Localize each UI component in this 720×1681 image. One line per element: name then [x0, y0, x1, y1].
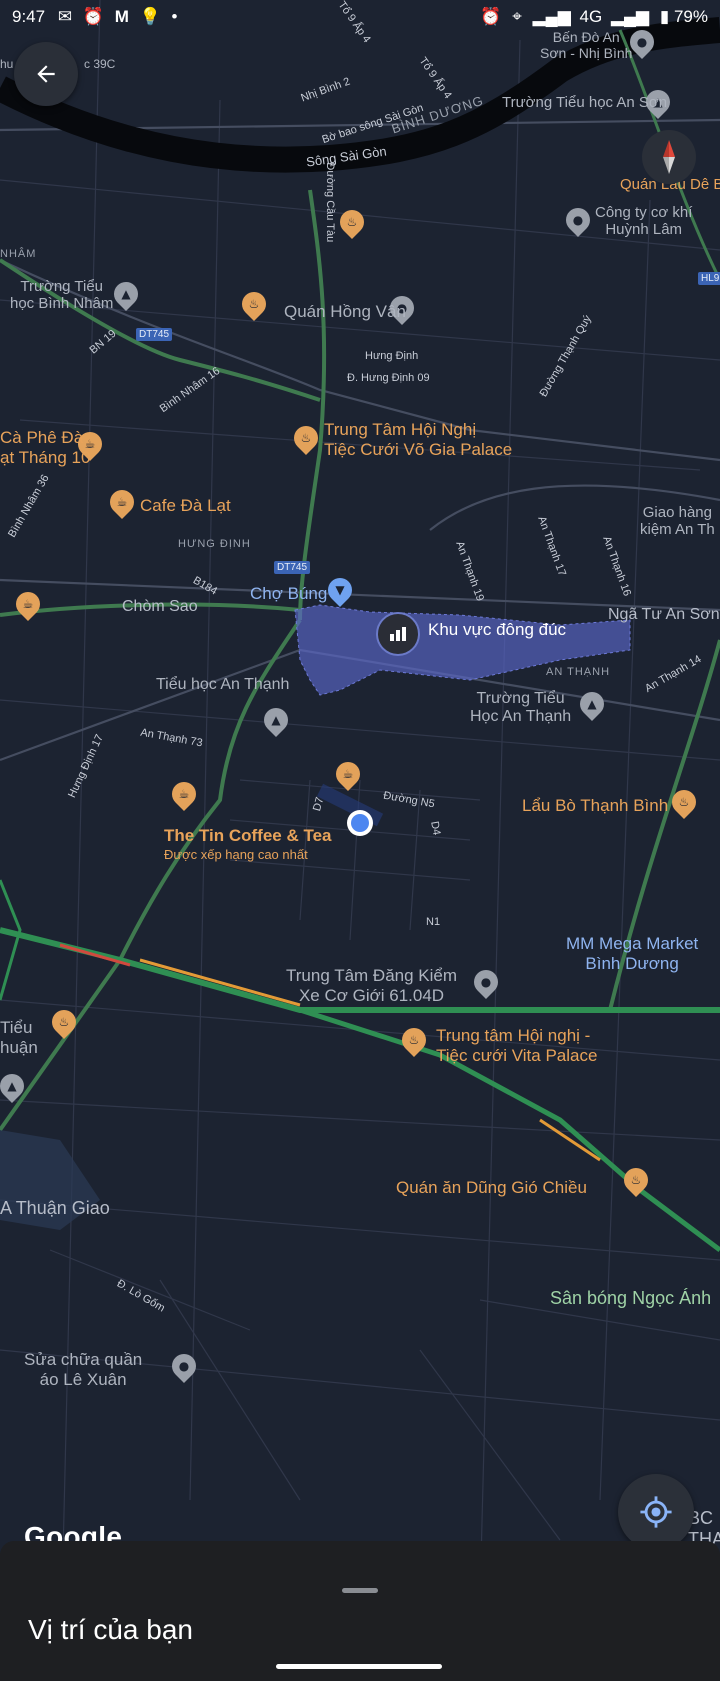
road-shield: HL9: [698, 272, 720, 285]
restaurant-pin-icon[interactable]: ♨: [397, 1023, 431, 1057]
map-canvas[interactable]: [0, 0, 720, 1681]
network-type: 4G: [579, 7, 603, 26]
alarm-icon: ⏰: [82, 7, 104, 26]
cafe-pin-icon[interactable]: ☕: [11, 587, 45, 621]
cafe-pin-icon[interactable]: ☕: [331, 757, 365, 791]
place-label: hu: [0, 57, 14, 71]
back-button[interactable]: [14, 42, 78, 106]
place-label[interactable]: Chòm Sao: [122, 598, 198, 616]
place-label[interactable]: Tiểu huận: [0, 1018, 38, 1057]
bottom-sheet[interactable]: [0, 1541, 720, 1681]
place-label[interactable]: Trường Tiểu Học An Thạnh: [470, 690, 571, 727]
bulb-icon: 💡: [139, 7, 161, 26]
compass-button[interactable]: [642, 130, 696, 184]
place-label[interactable]: Tiểu học An Thạnh: [156, 676, 289, 694]
bars-icon: [390, 627, 406, 641]
place-label[interactable]: Trường Tiểu học Bình Nhâm: [10, 278, 113, 313]
battery-icon: ▮: [659, 7, 670, 26]
cafe-pin-icon[interactable]: ☕: [167, 777, 201, 811]
place-label[interactable]: Quán Hồng Vân: [284, 302, 406, 322]
road-label: Đường Cầu Tàu: [324, 162, 337, 243]
arrow-left-icon: [37, 65, 55, 83]
place-label[interactable]: Cafe Đà Lạt: [140, 496, 231, 516]
area-label: NHÂM: [0, 248, 37, 260]
area-label[interactable]: A Thuận Giao: [0, 1198, 110, 1219]
place-label[interactable]: Cà Phê Đà ạt Tháng 10: [0, 428, 90, 467]
restaurant-pin-icon[interactable]: ♨: [237, 287, 271, 321]
status-time: 9:47: [12, 7, 46, 26]
my-location-button[interactable]: [618, 1474, 694, 1550]
place-label[interactable]: Lẩu Bò Thạnh Bình: [522, 796, 668, 816]
crowded-area-icon[interactable]: [376, 612, 420, 656]
place-label[interactable]: Sân bóng Ngọc Ánh: [550, 1288, 711, 1309]
my-location-icon: [640, 1496, 672, 1528]
place-label[interactable]: Sửa chữa quần áo Lê Xuân: [24, 1350, 142, 1389]
place-rating-label: Được xếp hạng cao nhất: [164, 847, 308, 862]
place-label[interactable]: Ngã Tư An Sơn: [608, 606, 720, 624]
place-pin-icon[interactable]: ●: [561, 203, 595, 237]
home-indicator[interactable]: [276, 1664, 442, 1669]
restaurant-pin-icon[interactable]: ♨: [667, 785, 701, 819]
chat-icon: ✉: [57, 7, 73, 26]
place-label: c 39C: [84, 57, 116, 71]
road-label: N1: [426, 916, 441, 928]
place-label[interactable]: Trung Tâm Hội Nghị Tiệc Cưới Võ Gia Pala…: [324, 420, 512, 459]
shopping-pin-icon[interactable]: ▼: [323, 573, 357, 607]
compass-icon: [663, 140, 675, 174]
place-label[interactable]: Công ty cơ khí Huỳnh Lâm: [595, 204, 692, 239]
place-label[interactable]: Giao hàng kiệm An Th: [640, 504, 715, 539]
road-label: Hưng Định: [365, 350, 419, 362]
road-label: D4: [428, 820, 443, 837]
school-pin-icon[interactable]: ▲: [109, 277, 143, 311]
road-shield: DT745: [136, 328, 173, 341]
dot-icon: •: [171, 7, 178, 26]
crowded-area-label[interactable]: Khu vực đông đúc: [428, 620, 566, 640]
restaurant-pin-icon[interactable]: ♨: [335, 205, 369, 239]
place-label[interactable]: Chợ Búng: [250, 584, 327, 604]
place-label[interactable]: The Tin Coffee & Tea: [164, 826, 332, 846]
place-pin-icon[interactable]: ●: [167, 1349, 201, 1383]
restaurant-pin-icon[interactable]: ♨: [47, 1005, 81, 1039]
signal-icon: ▂▄▆: [610, 7, 650, 26]
place-label[interactable]: MM Mega Market Bình Dương: [566, 934, 698, 973]
bottom-sheet-title: Vị trí của bạn: [28, 1614, 193, 1645]
cafe-pin-icon[interactable]: ☕: [105, 485, 139, 519]
school-pin-icon[interactable]: ▲: [575, 687, 609, 721]
school-pin-icon[interactable]: ▲: [259, 703, 293, 737]
restaurant-pin-icon[interactable]: ♨: [289, 421, 323, 455]
gmail-icon: M: [114, 7, 129, 26]
place-label[interactable]: Trường Tiểu học An Sơn: [502, 94, 667, 111]
area-label: AN THẠNH: [546, 666, 611, 678]
area-label: HƯNG ĐỊNH: [178, 538, 251, 550]
restaurant-pin-icon[interactable]: ♨: [619, 1163, 653, 1197]
place-label[interactable]: Trung tâm Hội nghị - Tiệc cưới Vita Pala…: [436, 1026, 597, 1065]
alarm-icon: ⏰: [480, 7, 502, 26]
location-icon: ⌖: [512, 7, 522, 26]
status-bar: 9:47 ✉ ⏰ M 💡 • ⏰ ⌖ ▂▄▆ 4G ▂▄▆ ▮ 79%: [0, 0, 720, 34]
road-label: Đ. Hưng Định 09: [347, 372, 430, 384]
place-label[interactable]: Quán ăn Dũng Gió Chiều: [396, 1178, 587, 1198]
sheet-drag-handle[interactable]: [342, 1588, 378, 1593]
place-pin-icon[interactable]: ●: [469, 965, 503, 999]
road-shield: DT745: [274, 561, 311, 574]
battery-percent: 79%: [673, 7, 708, 26]
place-label[interactable]: Trung Tâm Đăng Kiểm Xe Cơ Giới 61.04D: [286, 966, 457, 1005]
signal-icon: ▂▄▆: [532, 7, 571, 26]
